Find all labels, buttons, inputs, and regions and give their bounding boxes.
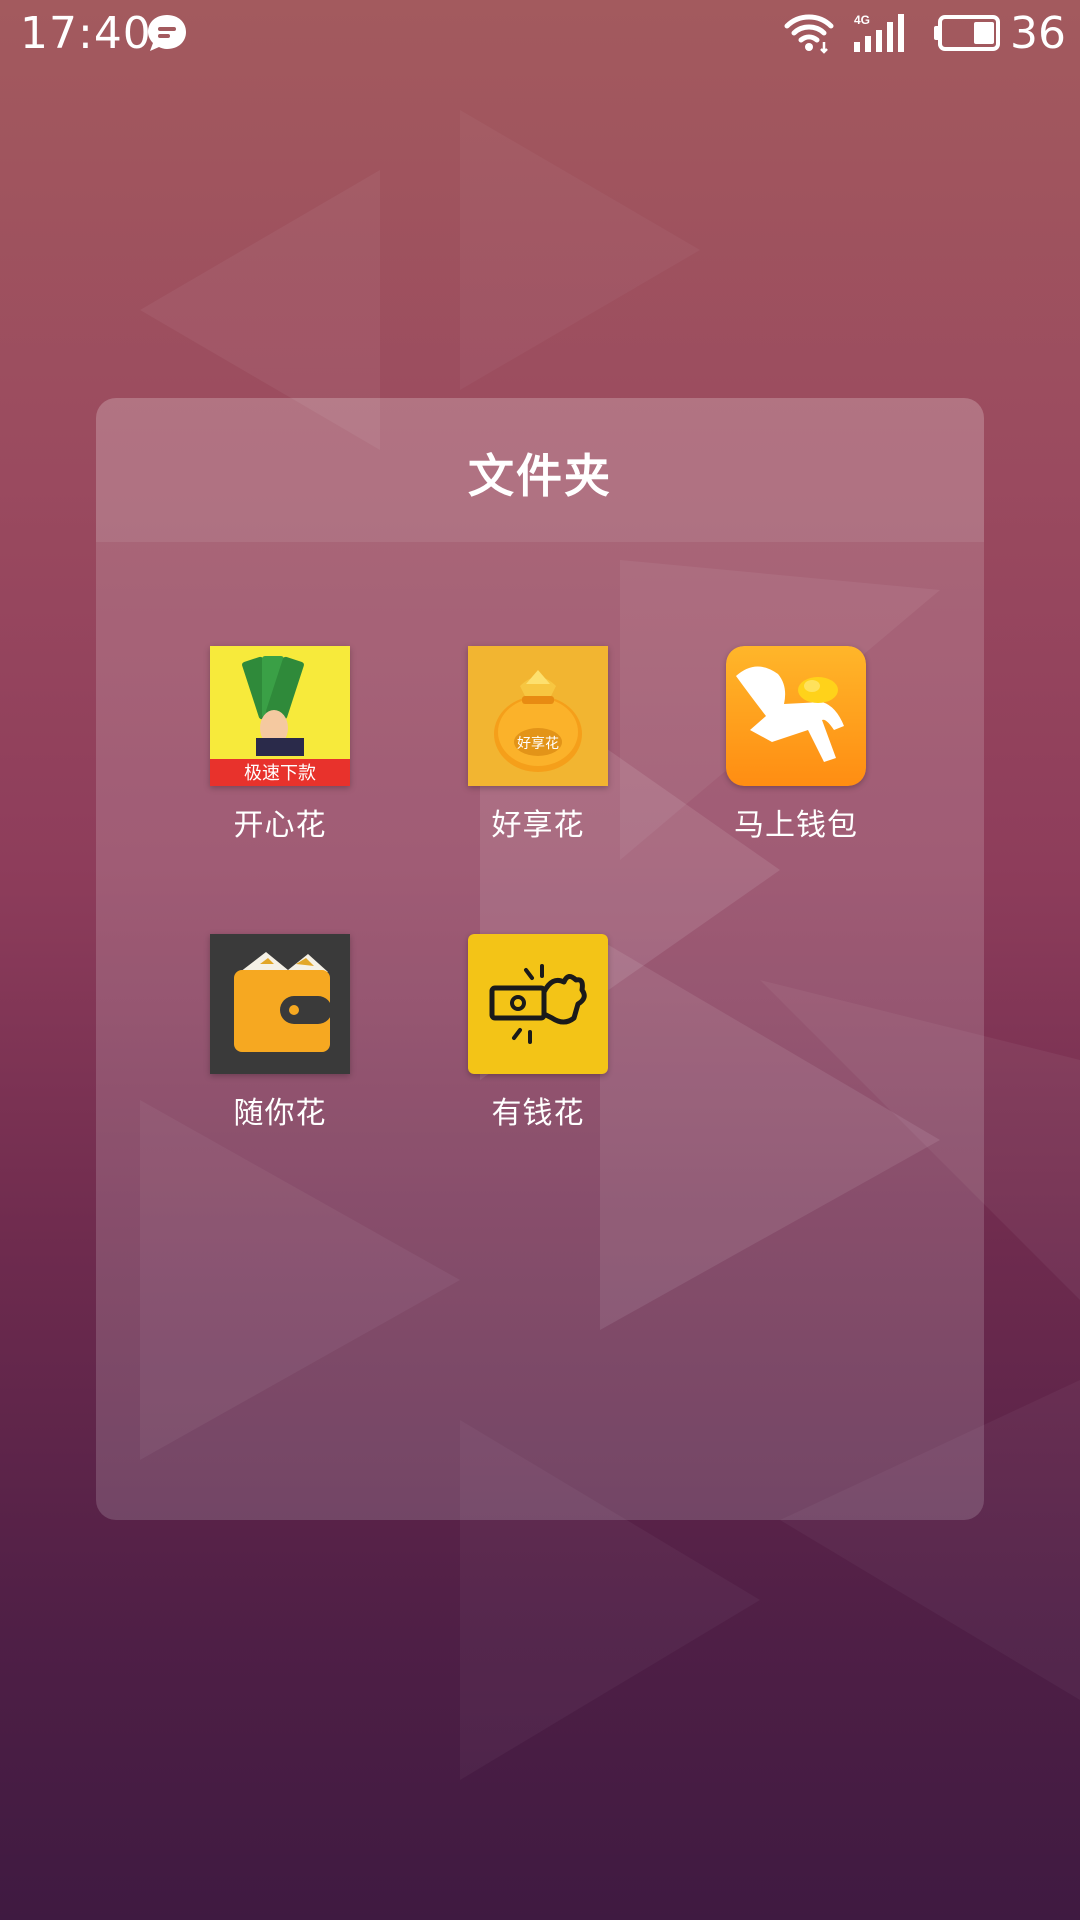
- app-label: 有钱花: [491, 1096, 585, 1131]
- battery-icon: [932, 14, 1002, 56]
- wifi-icon: [784, 12, 834, 58]
- app-icon-text: 好享花: [517, 735, 559, 752]
- app-mashangqianbao[interactable]: 马上钱包: [686, 646, 906, 856]
- status-time: 17:40: [20, 8, 152, 59]
- signal-icon: 4G: [850, 12, 910, 58]
- money-bag-icon[interactable]: 好享花: [468, 646, 608, 786]
- money-hand-icon[interactable]: 极速下款: [210, 646, 350, 786]
- folder-panel: 文件夹 极速下款 开心花 好享花 好享花 马上钱包 随你花 有钱花: [96, 398, 984, 1520]
- app-label: 马上钱包: [734, 808, 858, 843]
- running-horse-icon[interactable]: [726, 646, 866, 786]
- app-icon-text: 极速下款: [244, 763, 316, 784]
- wallet-icon[interactable]: [210, 934, 350, 1074]
- app-suinihua[interactable]: 随你花: [170, 934, 390, 1144]
- folder-title[interactable]: 文件夹: [96, 440, 984, 506]
- message-icon: [146, 13, 188, 57]
- battery-level: 36: [1010, 8, 1066, 59]
- app-kaixinhua[interactable]: 极速下款 开心花: [170, 646, 390, 856]
- status-bar: 17:40 4G 36: [0, 0, 1080, 66]
- app-label: 随你花: [233, 1096, 327, 1131]
- app-label: 好享花: [491, 808, 585, 843]
- app-haoxianghua[interactable]: 好享花 好享花: [428, 646, 648, 856]
- network-type: 4G: [854, 13, 870, 27]
- app-label: 开心花: [233, 808, 327, 843]
- cash-hand-icon[interactable]: [468, 934, 608, 1074]
- app-youqianhua[interactable]: 有钱花: [428, 934, 648, 1144]
